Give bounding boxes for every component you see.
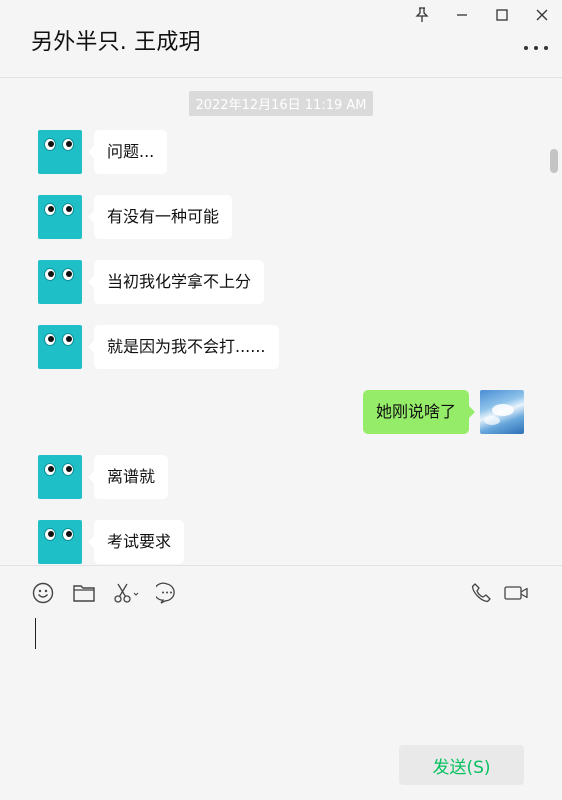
text-cursor — [35, 618, 36, 649]
composer-toolbar — [0, 580, 562, 608]
chat-header: 另外半只. 王成玥 — [0, 0, 562, 78]
scissors-icon[interactable] — [111, 580, 141, 606]
message-bubble[interactable]: 考试要求 — [87, 520, 185, 564]
avatar[interactable] — [38, 520, 82, 564]
message-bubble-self[interactable]: 她刚说啥了 — [362, 390, 476, 434]
message-row-self: 她刚说啥了 — [0, 390, 562, 434]
chat-title: 另外半只. 王成玥 — [31, 30, 201, 55]
message-row: 离谱就 — [0, 455, 562, 499]
avatar[interactable] — [38, 325, 82, 369]
avatar[interactable] — [38, 195, 82, 239]
chat-history-icon[interactable] — [154, 580, 180, 606]
avatar[interactable] — [38, 455, 82, 499]
video-icon[interactable] — [502, 580, 530, 606]
message-row: 问题... — [0, 130, 562, 174]
message-bubble[interactable]: 离谱就 — [87, 455, 169, 499]
message-bubble[interactable]: 有没有一种可能 — [87, 195, 233, 239]
folder-icon[interactable] — [71, 580, 97, 606]
avatar[interactable] — [38, 130, 82, 174]
message-bubble[interactable]: 当初我化学拿不上分 — [87, 260, 265, 304]
message-input[interactable] — [0, 608, 562, 738]
more-icon[interactable] — [524, 40, 548, 56]
message-row: 当初我化学拿不上分 — [0, 260, 562, 304]
self-avatar[interactable] — [480, 390, 524, 434]
emoji-icon[interactable] — [30, 580, 56, 606]
message-row: 有没有一种可能 — [0, 195, 562, 239]
message-bubble[interactable]: 问题... — [87, 130, 168, 174]
message-bubble[interactable]: 就是因为我不会打...... — [88, 325, 279, 369]
message-row: 就是因为我不会打...... — [0, 325, 562, 369]
composer-divider — [0, 565, 562, 566]
message-row: 考试要求 — [0, 520, 562, 564]
message-list[interactable]: 2022年12月16日 11:19 AM 问题... 有没有一种可能 当初我化学… — [0, 79, 562, 565]
phone-icon[interactable] — [468, 580, 494, 606]
message-timestamp: 2022年12月16日 11:19 AM — [189, 91, 373, 116]
send-button[interactable]: 发送(S) — [399, 745, 524, 785]
avatar[interactable] — [38, 260, 82, 304]
